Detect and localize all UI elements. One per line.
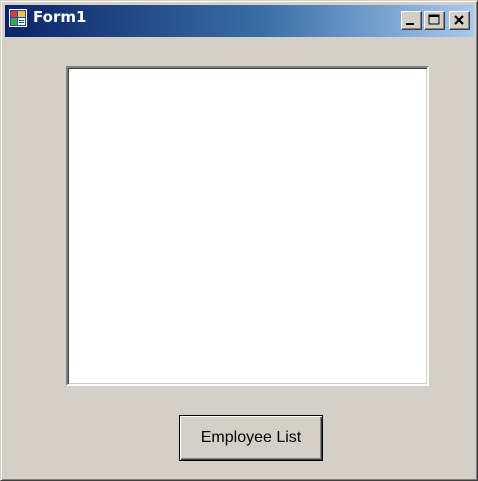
maximize-button[interactable] xyxy=(424,11,445,30)
close-button[interactable] xyxy=(449,11,470,30)
minimize-button[interactable] xyxy=(401,11,422,30)
maximize-icon xyxy=(428,14,440,25)
minimize-icon xyxy=(406,23,414,25)
window-title: Form1 xyxy=(33,8,87,26)
employee-list-button[interactable]: Employee List xyxy=(179,415,323,461)
form-app-icon[interactable] xyxy=(9,9,27,27)
close-icon xyxy=(454,15,464,25)
title-bar[interactable]: Form1 xyxy=(5,5,474,37)
form-window: Form1 Employee List xyxy=(0,0,478,481)
employee-listbox[interactable] xyxy=(66,66,429,386)
